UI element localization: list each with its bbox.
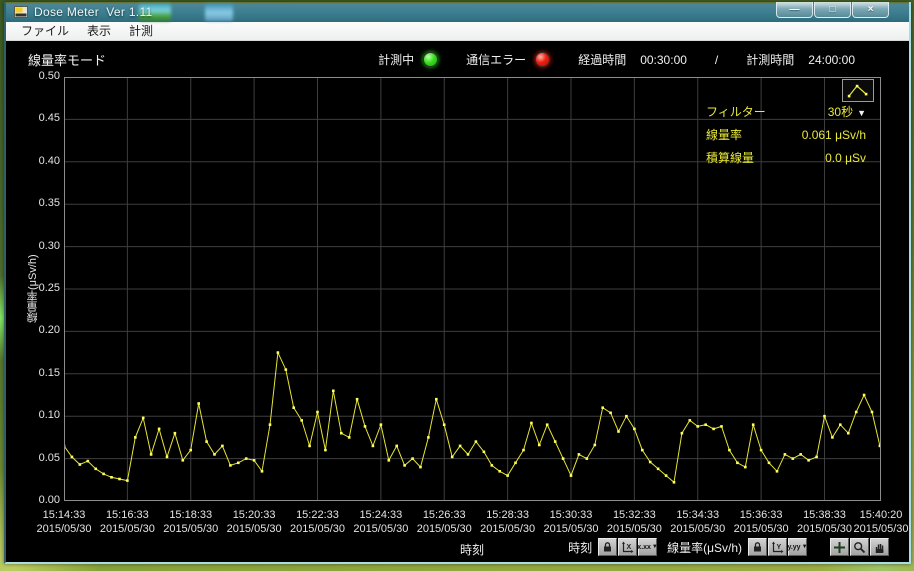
plot-legend-style-button[interactable]	[842, 79, 874, 102]
measuring-led-icon	[423, 52, 439, 67]
x-autoscale-button[interactable]: X	[618, 538, 638, 556]
cumulative-dose-value: 0.0 μSv	[825, 150, 866, 165]
lock-icon	[754, 542, 761, 552]
x-tick-label: 15:40:20 2015/05/30	[853, 509, 909, 535]
minimize-button[interactable]: —	[776, 2, 813, 18]
y-scale-label: 線量率(μSv/h)	[667, 540, 742, 555]
lock-icon	[604, 542, 612, 552]
crosshair-icon	[834, 541, 845, 553]
y-tick-label: 0.45	[38, 112, 60, 125]
time-separator: /	[714, 52, 719, 67]
y-tick-label: 0.40	[38, 154, 60, 167]
menu-measure[interactable]: 計測	[120, 22, 162, 40]
cumulative-dose-label: 積算線量	[706, 151, 755, 165]
title-bar[interactable]: Dose Meter Ver 1.11 — □ ×	[6, 2, 909, 22]
duration-label: 計測時間	[746, 53, 795, 67]
y-autoscale-button[interactable]: Y	[768, 538, 787, 556]
menu-bar: ファイル 表示 計測	[6, 22, 909, 41]
y-format-button[interactable]: y.yy ▼	[787, 538, 808, 556]
duration-value: 24:00:00	[808, 52, 855, 67]
dose-rate-label: 線量率	[706, 128, 743, 142]
y-tick-label: 0.10	[38, 409, 60, 422]
comm-error-label: 通信エラー	[466, 53, 527, 67]
x-lock-button[interactable]	[598, 538, 618, 556]
desktop-icon-ghost	[205, 4, 233, 21]
svg-text:Y: Y	[777, 544, 782, 551]
hand-icon	[875, 543, 884, 553]
elapsed-value: 00:30:00	[640, 52, 687, 67]
x-scale-label: 時刻	[568, 540, 593, 555]
menu-view[interactable]: 表示	[78, 22, 120, 40]
app-icon	[14, 6, 28, 18]
autoscale-x-icon: X	[622, 541, 634, 553]
crosshair-tool-button[interactable]	[830, 538, 849, 556]
page-title: 線量率モード	[28, 53, 107, 68]
filter-dropdown[interactable]: 30秒 ▼	[828, 103, 866, 120]
y-lock-button[interactable]	[748, 538, 767, 556]
chevron-down-icon: ▼	[651, 544, 658, 550]
line-plot-glyph-icon	[847, 84, 868, 98]
y-tick-label: 0.05	[38, 451, 60, 464]
y-tick-label: 0.00	[38, 494, 60, 506]
y-tick-label: 0.35	[38, 197, 60, 210]
x-axis-title: 時刻	[459, 543, 484, 557]
magnifier-icon	[854, 541, 866, 553]
client-area: 線量率モード 計測中 通信エラー 経過時間 00:30:00 / 計測時間 24…	[6, 41, 909, 560]
comm-error-led-icon	[535, 52, 551, 67]
zoom-tool-button[interactable]	[850, 538, 869, 556]
y-tick-label: 0.50	[38, 70, 60, 82]
graph-palette: 時刻 X x.xx ▼ 線量率(μSv/h) Y y.yy ▼	[568, 538, 889, 556]
pan-tool-button[interactable]	[870, 538, 889, 556]
y-tick-label: 0.25	[38, 282, 60, 294]
x-format-button[interactable]: x.xx ▼	[637, 538, 658, 556]
filter-label: フィルター	[706, 105, 766, 119]
close-button[interactable]: ×	[852, 2, 889, 18]
y-tick-label: 0.20	[38, 324, 60, 337]
y-tick-label: 0.15	[38, 366, 60, 379]
y-tick-label: 0.30	[38, 239, 60, 252]
window-title: Dose Meter Ver 1.11	[34, 5, 153, 19]
menu-file[interactable]: ファイル	[12, 22, 78, 40]
measuring-label: 計測中	[378, 53, 415, 67]
elapsed-label: 経過時間	[578, 53, 627, 67]
app-window: Dose Meter Ver 1.11 — □ × ファイル 表示 計測 線量率…	[4, 2, 911, 564]
autoscale-y-icon: Y	[772, 541, 784, 553]
chevron-down-icon: ▼	[801, 544, 808, 550]
status-bar: 計測中 通信エラー 経過時間 00:30:00 / 計測時間 24:00:00	[378, 51, 855, 68]
chevron-down-icon: ▼	[857, 108, 866, 118]
readout-panel: フィルター 30秒 ▼ 線量率 0.061 μSv/h 積算線量 0.0 μSv	[706, 100, 866, 169]
dose-rate-value: 0.061 μSv/h	[801, 127, 866, 142]
maximize-button[interactable]: □	[814, 2, 851, 18]
svg-text:X: X	[627, 544, 632, 551]
